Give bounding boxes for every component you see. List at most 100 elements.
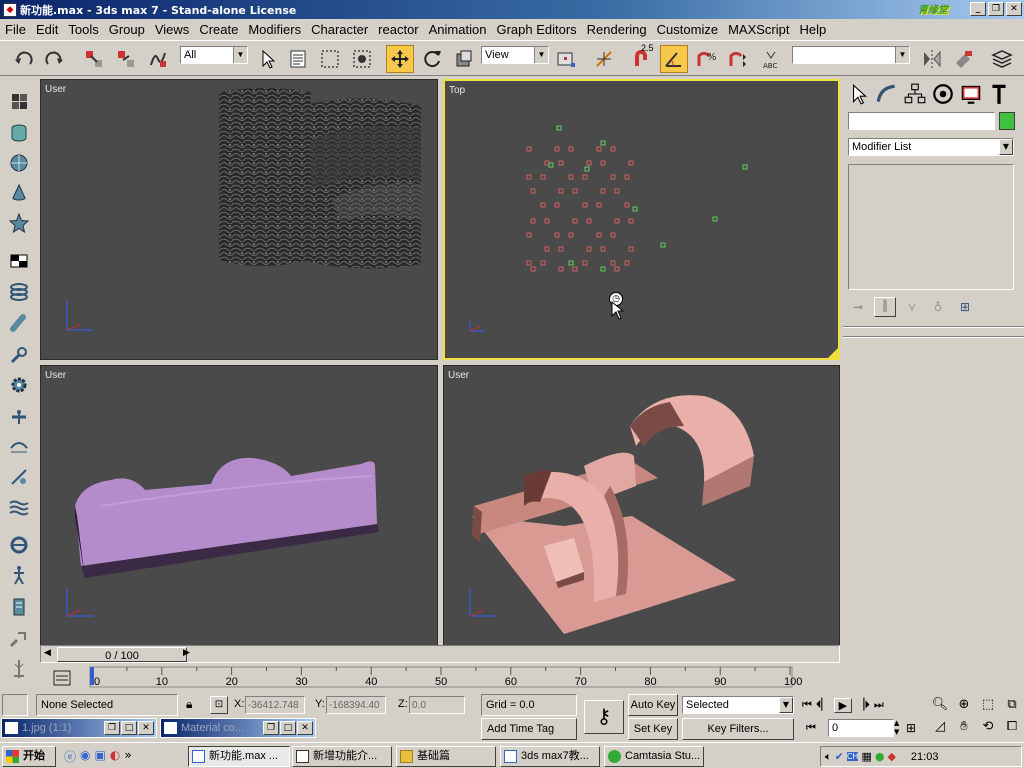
- menu-modifiers[interactable]: Modifiers: [243, 22, 306, 37]
- restore-button[interactable]: ❐: [104, 721, 120, 735]
- network-icon[interactable]: ▦: [861, 750, 871, 763]
- ring-array-icon[interactable]: [5, 278, 33, 304]
- layer-manager-icon[interactable]: [988, 45, 1016, 73]
- restore-button[interactable]: ❐: [263, 721, 279, 735]
- named-selection-sets-icon[interactable]: ABC: [758, 45, 786, 73]
- motion-tab-icon[interactable]: [931, 82, 955, 106]
- key-filters-button[interactable]: Key Filters...: [682, 718, 794, 740]
- slider-prev-icon[interactable]: ◀: [44, 648, 51, 658]
- select-and-scale-icon[interactable]: [450, 45, 478, 73]
- arc-rotate-icon[interactable]: ⟲: [976, 716, 1000, 738]
- minimize-button[interactable]: _: [970, 2, 986, 16]
- taskbar-item-max[interactable]: 新功能.max ...: [188, 746, 290, 767]
- particle-icon[interactable]: [5, 464, 33, 490]
- fps-tool-icon[interactable]: [5, 656, 33, 682]
- modifier-list-dropdown[interactable]: Modifier List ▼: [848, 138, 1014, 156]
- reactor-ring-icon[interactable]: [5, 532, 33, 558]
- menu-views[interactable]: Views: [150, 22, 194, 37]
- frame-spinner-icon[interactable]: ▲ ▼: [894, 719, 904, 737]
- app-icon[interactable]: ◆: [3, 2, 17, 17]
- show-end-result-icon[interactable]: ‖: [874, 297, 896, 317]
- mini-curve-editor-icon[interactable]: [52, 668, 72, 688]
- checker-icon[interactable]: [5, 248, 33, 274]
- percent-snap-icon[interactable]: %: [692, 45, 720, 73]
- gear-icon[interactable]: [5, 372, 33, 398]
- close-button[interactable]: ✕: [1006, 2, 1022, 16]
- mirror-icon[interactable]: [918, 45, 946, 73]
- unlink-icon[interactable]: [112, 45, 140, 73]
- menu-graph-editors[interactable]: Graph Editors: [491, 22, 581, 37]
- auto-key-button[interactable]: Auto Key: [628, 694, 678, 716]
- make-unique-icon[interactable]: ⋎: [902, 300, 922, 314]
- time-configuration-icon[interactable]: ⊞: [906, 721, 916, 735]
- volume-icon[interactable]: 🔈︎: [825, 750, 832, 764]
- previous-frame-icon[interactable]: ⏴▏: [816, 698, 830, 712]
- spinner-snap-icon[interactable]: [724, 45, 752, 73]
- add-time-tag-button[interactable]: Add Time Tag: [481, 718, 577, 740]
- play-icon[interactable]: ▶: [833, 697, 852, 713]
- select-and-move-icon[interactable]: [386, 45, 414, 73]
- outlook-icon[interactable]: ◉: [80, 748, 90, 765]
- field-of-view-icon[interactable]: ◿: [928, 716, 952, 738]
- floating-window-image[interactable]: 1.jpg (1:1) ❐ □ ✕: [1, 718, 157, 738]
- menu-animation[interactable]: Animation: [424, 22, 492, 37]
- current-frame-field[interactable]: 0: [828, 719, 894, 737]
- zoom-extents-icon[interactable]: ⬚: [976, 694, 1000, 716]
- paint-icon[interactable]: [5, 626, 33, 652]
- start-button[interactable]: 开始: [2, 746, 56, 767]
- zoom-icon[interactable]: 🔍︎: [928, 694, 952, 716]
- time-slider-thumb[interactable]: 0 / 100: [57, 647, 187, 662]
- object-name-field[interactable]: [848, 112, 995, 130]
- go-to-start-icon[interactable]: ⏮: [802, 698, 812, 712]
- named-selection-dropdown[interactable]: ▼: [792, 46, 910, 64]
- close-button[interactable]: ✕: [297, 721, 313, 735]
- modify-tab-icon[interactable]: [875, 82, 899, 106]
- pan-icon[interactable]: ✋︎: [952, 716, 976, 738]
- track-bar[interactable]: 0 10 20 30 40 50 60 70 80 90 100: [86, 663, 806, 693]
- taskbar-item-features[interactable]: 新增功能介...: [292, 746, 392, 767]
- select-by-name-icon[interactable]: [284, 45, 312, 73]
- box-icon[interactable]: [5, 88, 33, 114]
- camtasia-tray-icon[interactable]: ●: [875, 750, 885, 763]
- rectangular-selection-icon[interactable]: [316, 45, 344, 73]
- align-icon[interactable]: [950, 45, 978, 73]
- tray-icon[interactable]: ◆: [887, 750, 895, 763]
- star-icon[interactable]: [5, 210, 33, 236]
- wrench-icon[interactable]: [5, 342, 33, 368]
- maximize-button[interactable]: □: [280, 721, 296, 735]
- more-icon[interactable]: »: [124, 748, 131, 765]
- go-to-end-icon[interactable]: ⏭: [874, 698, 884, 712]
- menu-create[interactable]: Create: [194, 22, 243, 37]
- wave-icon[interactable]: [5, 494, 33, 520]
- menu-help[interactable]: Help: [794, 22, 831, 37]
- viewport-user-top-left[interactable]: User: [40, 79, 438, 360]
- tube-icon[interactable]: [5, 120, 33, 146]
- z-coordinate-field[interactable]: 0.0: [409, 696, 465, 714]
- restore-button[interactable]: ❐: [988, 2, 1004, 16]
- angle-snap-icon[interactable]: [660, 45, 688, 73]
- viewport-top[interactable]: Top ◷: [443, 79, 840, 360]
- remove-modifier-icon[interactable]: ♁: [928, 300, 948, 314]
- set-key-key-icon[interactable]: ⚷: [584, 700, 624, 734]
- menu-file[interactable]: File: [0, 22, 31, 37]
- viewport-user-bottom-right[interactable]: User: [443, 365, 840, 646]
- taskbar-item-camtasia[interactable]: Camtasia Stu...: [604, 746, 704, 767]
- close-button[interactable]: ✕: [138, 721, 154, 735]
- configure-modifier-sets-icon[interactable]: ⊞: [954, 300, 976, 314]
- utilities-tab-icon[interactable]: [987, 82, 1011, 106]
- link-icon[interactable]: [80, 45, 108, 73]
- maximize-button[interactable]: □: [121, 721, 137, 735]
- time-slider[interactable]: 0 / 100 ◀ ▶: [40, 645, 840, 663]
- sphere-icon[interactable]: [5, 150, 33, 176]
- selection-filter-dropdown[interactable]: All ▼: [180, 46, 248, 64]
- taskbar-item-tutorial[interactable]: 3ds max7教...: [500, 746, 600, 767]
- ie-icon[interactable]: ⓔ: [64, 748, 76, 765]
- select-and-manipulate-icon[interactable]: [590, 45, 618, 73]
- key-mode-toggle-icon[interactable]: ⏮: [806, 721, 816, 735]
- maxscript-listener-mini[interactable]: [2, 694, 28, 716]
- media-icon[interactable]: ◐: [110, 748, 120, 765]
- capsule-icon[interactable]: [5, 310, 33, 336]
- object-color-swatch[interactable]: [999, 112, 1015, 130]
- zoom-extents-all-icon[interactable]: ⧉: [1000, 694, 1024, 716]
- zoom-all-icon[interactable]: ⊕: [952, 694, 976, 716]
